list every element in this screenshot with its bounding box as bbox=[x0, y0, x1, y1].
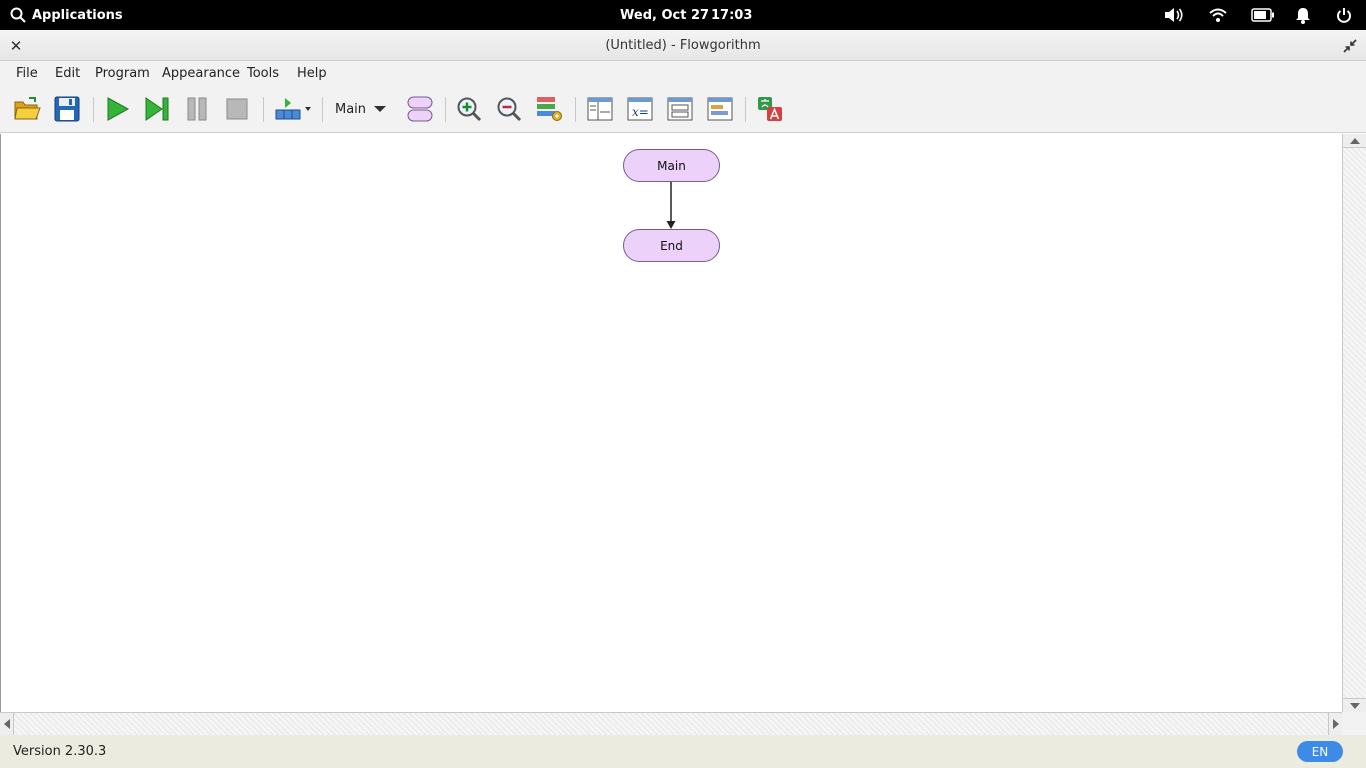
variable-watch-button[interactable]: x= bbox=[625, 94, 655, 124]
end-node[interactable]: End bbox=[623, 229, 720, 262]
volume-icon[interactable] bbox=[1163, 0, 1185, 30]
svg-text:x=: x= bbox=[632, 105, 649, 119]
window-title: (Untitled) - Flowgorithm bbox=[605, 38, 761, 53]
scroll-down-button[interactable] bbox=[1343, 698, 1366, 712]
system-top-bar: Applications Wed, Oct 27 17:03 bbox=[0, 0, 1366, 30]
save-button[interactable] bbox=[52, 94, 82, 124]
zoom-out-button[interactable] bbox=[494, 94, 524, 124]
console-window-button[interactable] bbox=[665, 94, 695, 124]
stop-button[interactable] bbox=[222, 94, 252, 124]
translate-button[interactable] bbox=[755, 94, 785, 124]
close-window-button[interactable]: ✕ bbox=[8, 30, 24, 61]
step-icon bbox=[145, 97, 169, 121]
power-icon[interactable] bbox=[1336, 0, 1352, 30]
clock-date[interactable]: Wed, Oct 27 bbox=[620, 0, 709, 30]
save-icon bbox=[54, 96, 80, 122]
menu-edit[interactable]: Edit bbox=[55, 61, 80, 86]
arrow-down-icon bbox=[1349, 702, 1360, 709]
toolbar-separator bbox=[445, 97, 446, 122]
open-button[interactable] bbox=[12, 94, 42, 124]
run-button[interactable] bbox=[102, 94, 132, 124]
layout-windows-button[interactable] bbox=[585, 94, 615, 124]
search-icon bbox=[10, 7, 26, 23]
toolbar-separator bbox=[93, 97, 94, 122]
speed-icon bbox=[275, 98, 311, 120]
start-node[interactable]: Main bbox=[623, 149, 720, 182]
scrollbar-corner bbox=[1342, 712, 1366, 735]
flowchart-canvas[interactable]: Main End bbox=[0, 134, 1342, 712]
pause-icon bbox=[187, 97, 207, 121]
clock-time[interactable]: 17:03 bbox=[711, 0, 752, 30]
zoom-in-icon bbox=[457, 97, 482, 122]
wifi-icon[interactable] bbox=[1209, 0, 1227, 30]
window-title-bar: (Untitled) - Flowgorithm ✕ bbox=[0, 30, 1366, 61]
layout-style-icon bbox=[537, 97, 562, 121]
function-select-value: Main bbox=[335, 101, 367, 117]
applications-label: Applications bbox=[32, 7, 123, 23]
toolbar-separator bbox=[322, 97, 323, 122]
horizontal-scrollbar[interactable] bbox=[0, 712, 1342, 735]
vertical-scrollbar[interactable] bbox=[1342, 134, 1366, 712]
menu-tools[interactable]: Tools bbox=[247, 61, 279, 86]
speed-button[interactable] bbox=[274, 94, 314, 124]
arrow-left-icon bbox=[3, 719, 10, 729]
open-folder-icon bbox=[14, 97, 41, 120]
layout-style-button[interactable] bbox=[534, 94, 564, 124]
console-window-icon bbox=[667, 97, 693, 121]
source-code-window-icon bbox=[707, 97, 733, 121]
menu-appearance[interactable]: Appearance bbox=[162, 61, 240, 86]
applications-menu[interactable]: Applications bbox=[10, 0, 123, 30]
zoom-out-icon bbox=[497, 97, 522, 122]
version-label: Version 2.30.3 bbox=[13, 744, 107, 759]
manage-functions-button[interactable] bbox=[405, 94, 435, 124]
pause-button[interactable] bbox=[182, 94, 212, 124]
scroll-left-button[interactable] bbox=[0, 713, 14, 735]
function-shape-icon bbox=[407, 96, 433, 122]
run-icon bbox=[107, 97, 130, 121]
scroll-up-button[interactable] bbox=[1343, 134, 1366, 148]
arrow-up-icon bbox=[1349, 137, 1360, 144]
language-badge[interactable]: EN bbox=[1297, 741, 1343, 762]
chevron-down-icon bbox=[374, 106, 386, 112]
restore-icon bbox=[1343, 38, 1357, 53]
restore-window-button[interactable] bbox=[1342, 30, 1358, 61]
variable-watch-icon: x= bbox=[627, 97, 653, 121]
step-button[interactable] bbox=[142, 94, 172, 124]
stop-icon bbox=[226, 98, 248, 120]
toolbar: Main x= bbox=[0, 86, 1366, 133]
zoom-in-button[interactable] bbox=[454, 94, 484, 124]
toolbar-separator bbox=[575, 97, 576, 122]
connector-arrow[interactable] bbox=[661, 182, 681, 230]
source-code-window-button[interactable] bbox=[705, 94, 735, 124]
menu-bar: File Edit Program Appearance Tools Help bbox=[0, 61, 1366, 86]
arrow-right-icon bbox=[1332, 719, 1339, 729]
layout-window-icon bbox=[587, 97, 613, 121]
translate-icon bbox=[758, 97, 782, 121]
notification-bell-icon[interactable] bbox=[1295, 0, 1311, 30]
toolbar-separator bbox=[263, 97, 264, 122]
battery-icon[interactable] bbox=[1251, 0, 1275, 30]
menu-file[interactable]: File bbox=[16, 61, 38, 86]
close-icon: ✕ bbox=[9, 36, 23, 55]
menu-help[interactable]: Help bbox=[297, 61, 327, 86]
function-select[interactable]: Main bbox=[330, 94, 394, 124]
menu-program[interactable]: Program bbox=[95, 61, 150, 86]
status-bar: Version 2.30.3 EN bbox=[0, 735, 1366, 768]
toolbar-separator bbox=[745, 97, 746, 122]
scroll-right-button[interactable] bbox=[1328, 713, 1342, 735]
